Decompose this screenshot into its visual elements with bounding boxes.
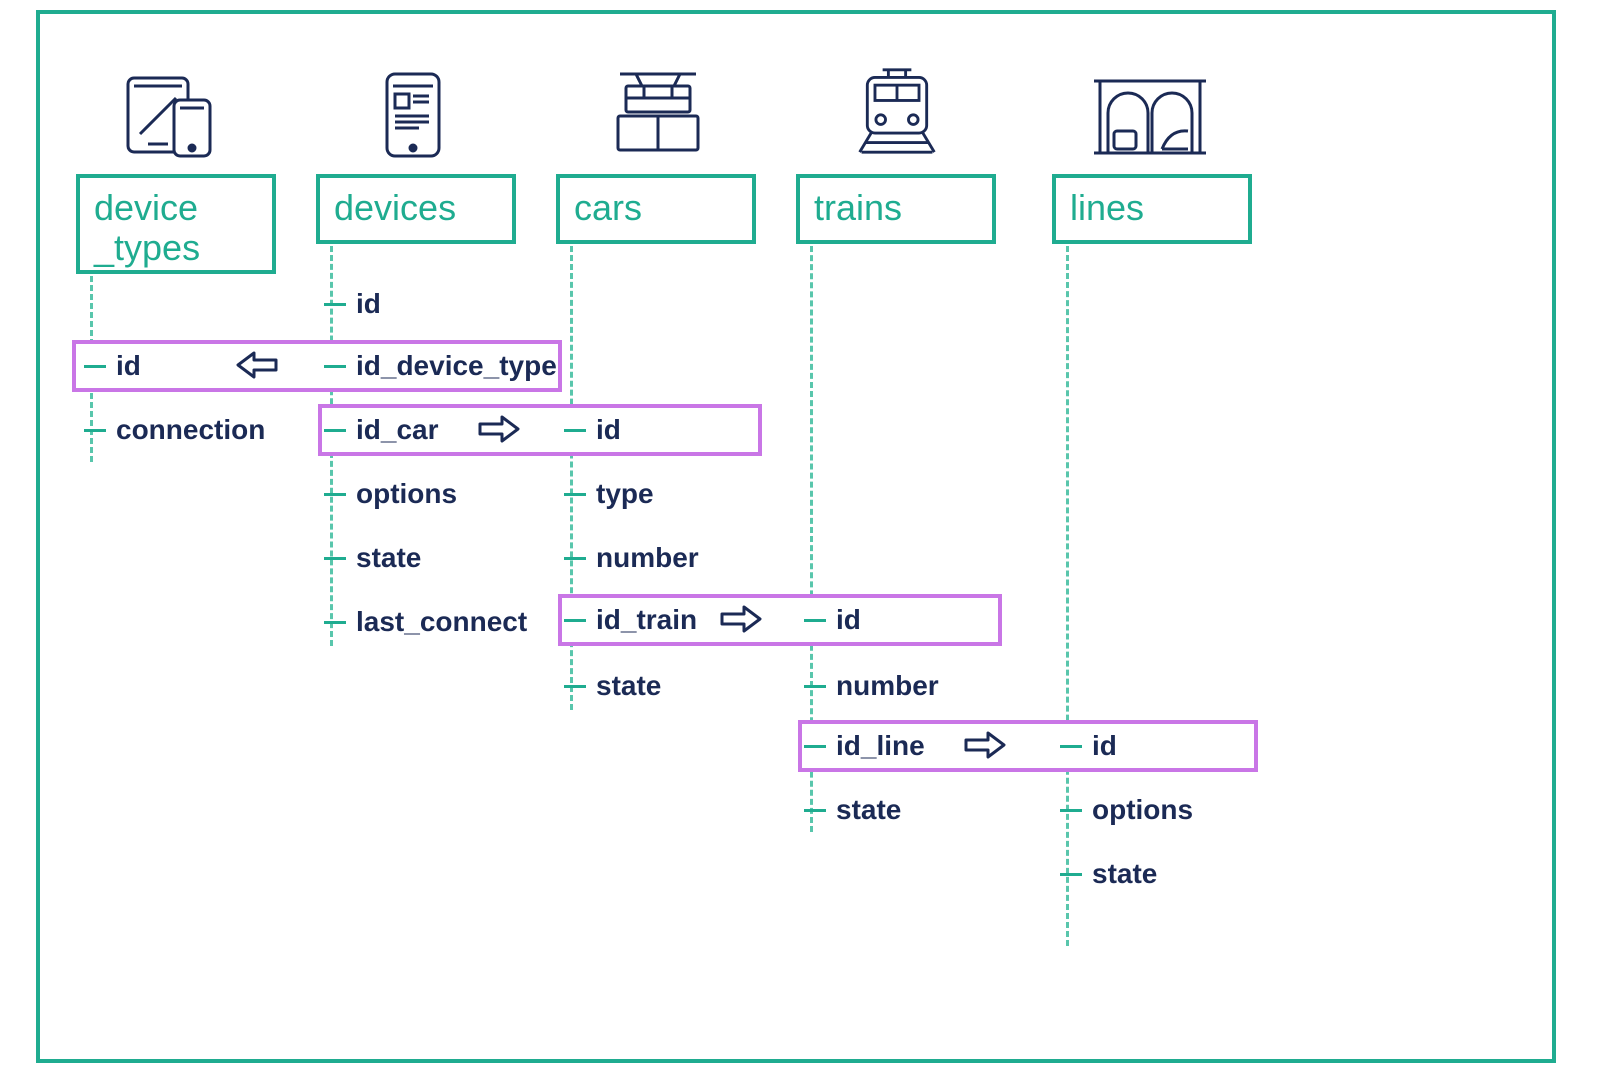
field-devices-options: options <box>324 478 457 510</box>
tick-icon <box>324 557 346 560</box>
entity-label: _types <box>94 228 258 268</box>
field-label: options <box>1092 794 1193 826</box>
field-label: id_train <box>596 604 697 636</box>
connector-line <box>1066 246 1069 946</box>
tick-icon <box>84 429 106 432</box>
tick-icon <box>804 745 826 748</box>
field-label: state <box>596 670 661 702</box>
field-devices-state: state <box>324 542 421 574</box>
tick-icon <box>324 621 346 624</box>
field-label: id <box>596 414 621 446</box>
field-trains-id: id <box>804 604 861 636</box>
diagram-frame: device _types devices cars trains lines … <box>36 10 1556 1063</box>
field-lines-state: state <box>1060 858 1157 890</box>
tick-icon <box>324 303 346 306</box>
entity-cars: cars <box>556 174 756 244</box>
tick-icon <box>324 365 346 368</box>
entity-label: device <box>94 188 258 228</box>
field-cars-id-train: id_train <box>564 604 697 636</box>
field-cars-id: id <box>564 414 621 446</box>
tick-icon <box>564 557 586 560</box>
tick-icon <box>804 685 826 688</box>
field-label: state <box>1092 858 1157 890</box>
field-label: connection <box>116 414 265 446</box>
tick-icon <box>324 493 346 496</box>
entity-device-types: device _types <box>76 174 276 274</box>
entity-label: trains <box>814 188 978 228</box>
field-devices-last-connect: last_connect <box>324 606 527 638</box>
train-icon <box>852 66 942 156</box>
station-icon <box>1090 72 1210 162</box>
tick-icon <box>564 685 586 688</box>
entity-label: devices <box>334 188 498 228</box>
field-label: number <box>596 542 699 574</box>
field-device-types-connection: connection <box>84 414 265 446</box>
tick-icon <box>804 809 826 812</box>
field-device-types-id: id <box>84 350 141 382</box>
entity-devices: devices <box>316 174 516 244</box>
tick-icon <box>1060 809 1082 812</box>
tram-car-icon <box>612 68 704 158</box>
tick-icon <box>564 493 586 496</box>
field-label: options <box>356 478 457 510</box>
device-icon <box>373 70 453 160</box>
entity-lines: lines <box>1052 174 1252 244</box>
devices-group-icon <box>118 72 238 162</box>
field-label: id <box>356 288 381 320</box>
field-trains-state: state <box>804 794 901 826</box>
arrow-left-icon <box>236 350 278 380</box>
field-trains-id-line: id_line <box>804 730 925 762</box>
tick-icon <box>324 429 346 432</box>
diagram-canvas: device _types devices cars trains lines … <box>40 14 1552 1059</box>
field-cars-type: type <box>564 478 654 510</box>
field-label: id <box>116 350 141 382</box>
entity-label: lines <box>1070 188 1234 228</box>
field-label: id <box>836 604 861 636</box>
field-label: id <box>1092 730 1117 762</box>
field-devices-id: id <box>324 288 381 320</box>
arrow-right-icon <box>964 730 1006 760</box>
field-devices-id-device-type: id_device_type <box>324 350 557 382</box>
tick-icon <box>1060 745 1082 748</box>
tick-icon <box>804 619 826 622</box>
field-cars-number: number <box>564 542 699 574</box>
tick-icon <box>84 365 106 368</box>
tick-icon <box>564 429 586 432</box>
field-label: last_connect <box>356 606 527 638</box>
field-label: id_line <box>836 730 925 762</box>
tick-icon <box>564 619 586 622</box>
field-trains-number: number <box>804 670 939 702</box>
field-label: state <box>356 542 421 574</box>
tick-icon <box>1060 873 1082 876</box>
field-label: type <box>596 478 654 510</box>
arrow-right-icon <box>720 604 762 634</box>
field-cars-state: state <box>564 670 661 702</box>
entity-label: cars <box>574 188 738 228</box>
arrow-right-icon <box>478 414 520 444</box>
field-label: id_car <box>356 414 439 446</box>
field-lines-options: options <box>1060 794 1193 826</box>
field-devices-id-car: id_car <box>324 414 439 446</box>
field-lines-id: id <box>1060 730 1117 762</box>
field-label: number <box>836 670 939 702</box>
entity-trains: trains <box>796 174 996 244</box>
field-label: id_device_type <box>356 350 557 382</box>
field-label: state <box>836 794 901 826</box>
